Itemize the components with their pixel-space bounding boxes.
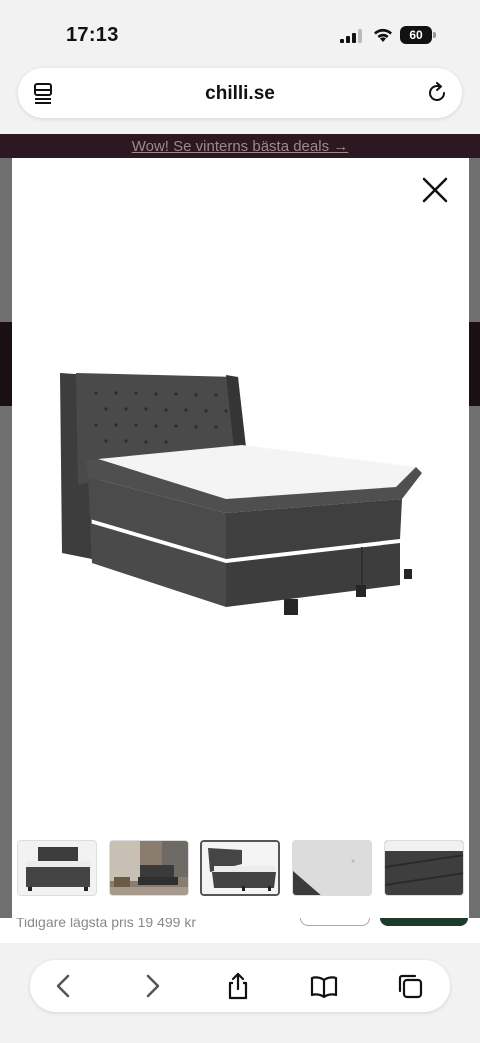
back-icon[interactable] <box>50 972 78 1000</box>
browser-bottom-bar <box>0 943 480 1043</box>
share-icon[interactable] <box>224 972 252 1000</box>
page-price-area: Tidigare lägsta pris 19 499 kr <box>0 912 480 943</box>
battery-icon: 60 <box>400 26 436 44</box>
battery-level: 60 <box>409 28 423 42</box>
thumbnail-mattress-edge[interactable] <box>384 840 464 896</box>
image-gallery-modal <box>12 158 469 918</box>
reload-icon[interactable] <box>426 82 448 104</box>
promo-link[interactable]: Wow! Se vinterns bästa deals → <box>0 138 480 155</box>
browser-top-bar: chilli.se <box>0 64 480 134</box>
address-domain: chilli.se <box>205 83 275 104</box>
close-icon[interactable] <box>421 176 449 204</box>
thumbnail-bed-angle[interactable] <box>200 840 280 896</box>
main-product-image <box>60 373 422 615</box>
thumbnail-strip <box>17 840 467 896</box>
promo-banner[interactable]: Wow! Se vinterns bästa deals → <box>0 134 480 158</box>
status-bar: 17:13 60 <box>0 0 480 64</box>
wifi-icon <box>374 28 392 42</box>
forward-icon[interactable] <box>138 972 166 1000</box>
bookmarks-icon[interactable] <box>310 972 338 1000</box>
tabs-icon[interactable] <box>396 972 424 1000</box>
thumbnail-fabric-detail[interactable] <box>292 840 372 896</box>
address-bar[interactable]: chilli.se <box>18 68 462 118</box>
cellular-signal-icon <box>340 29 362 43</box>
thumbnail-bedroom-scene[interactable] <box>109 840 189 896</box>
status-time: 17:13 <box>66 24 119 46</box>
browser-toolbar <box>30 960 450 1012</box>
thumbnail-bed-front[interactable] <box>17 840 97 896</box>
